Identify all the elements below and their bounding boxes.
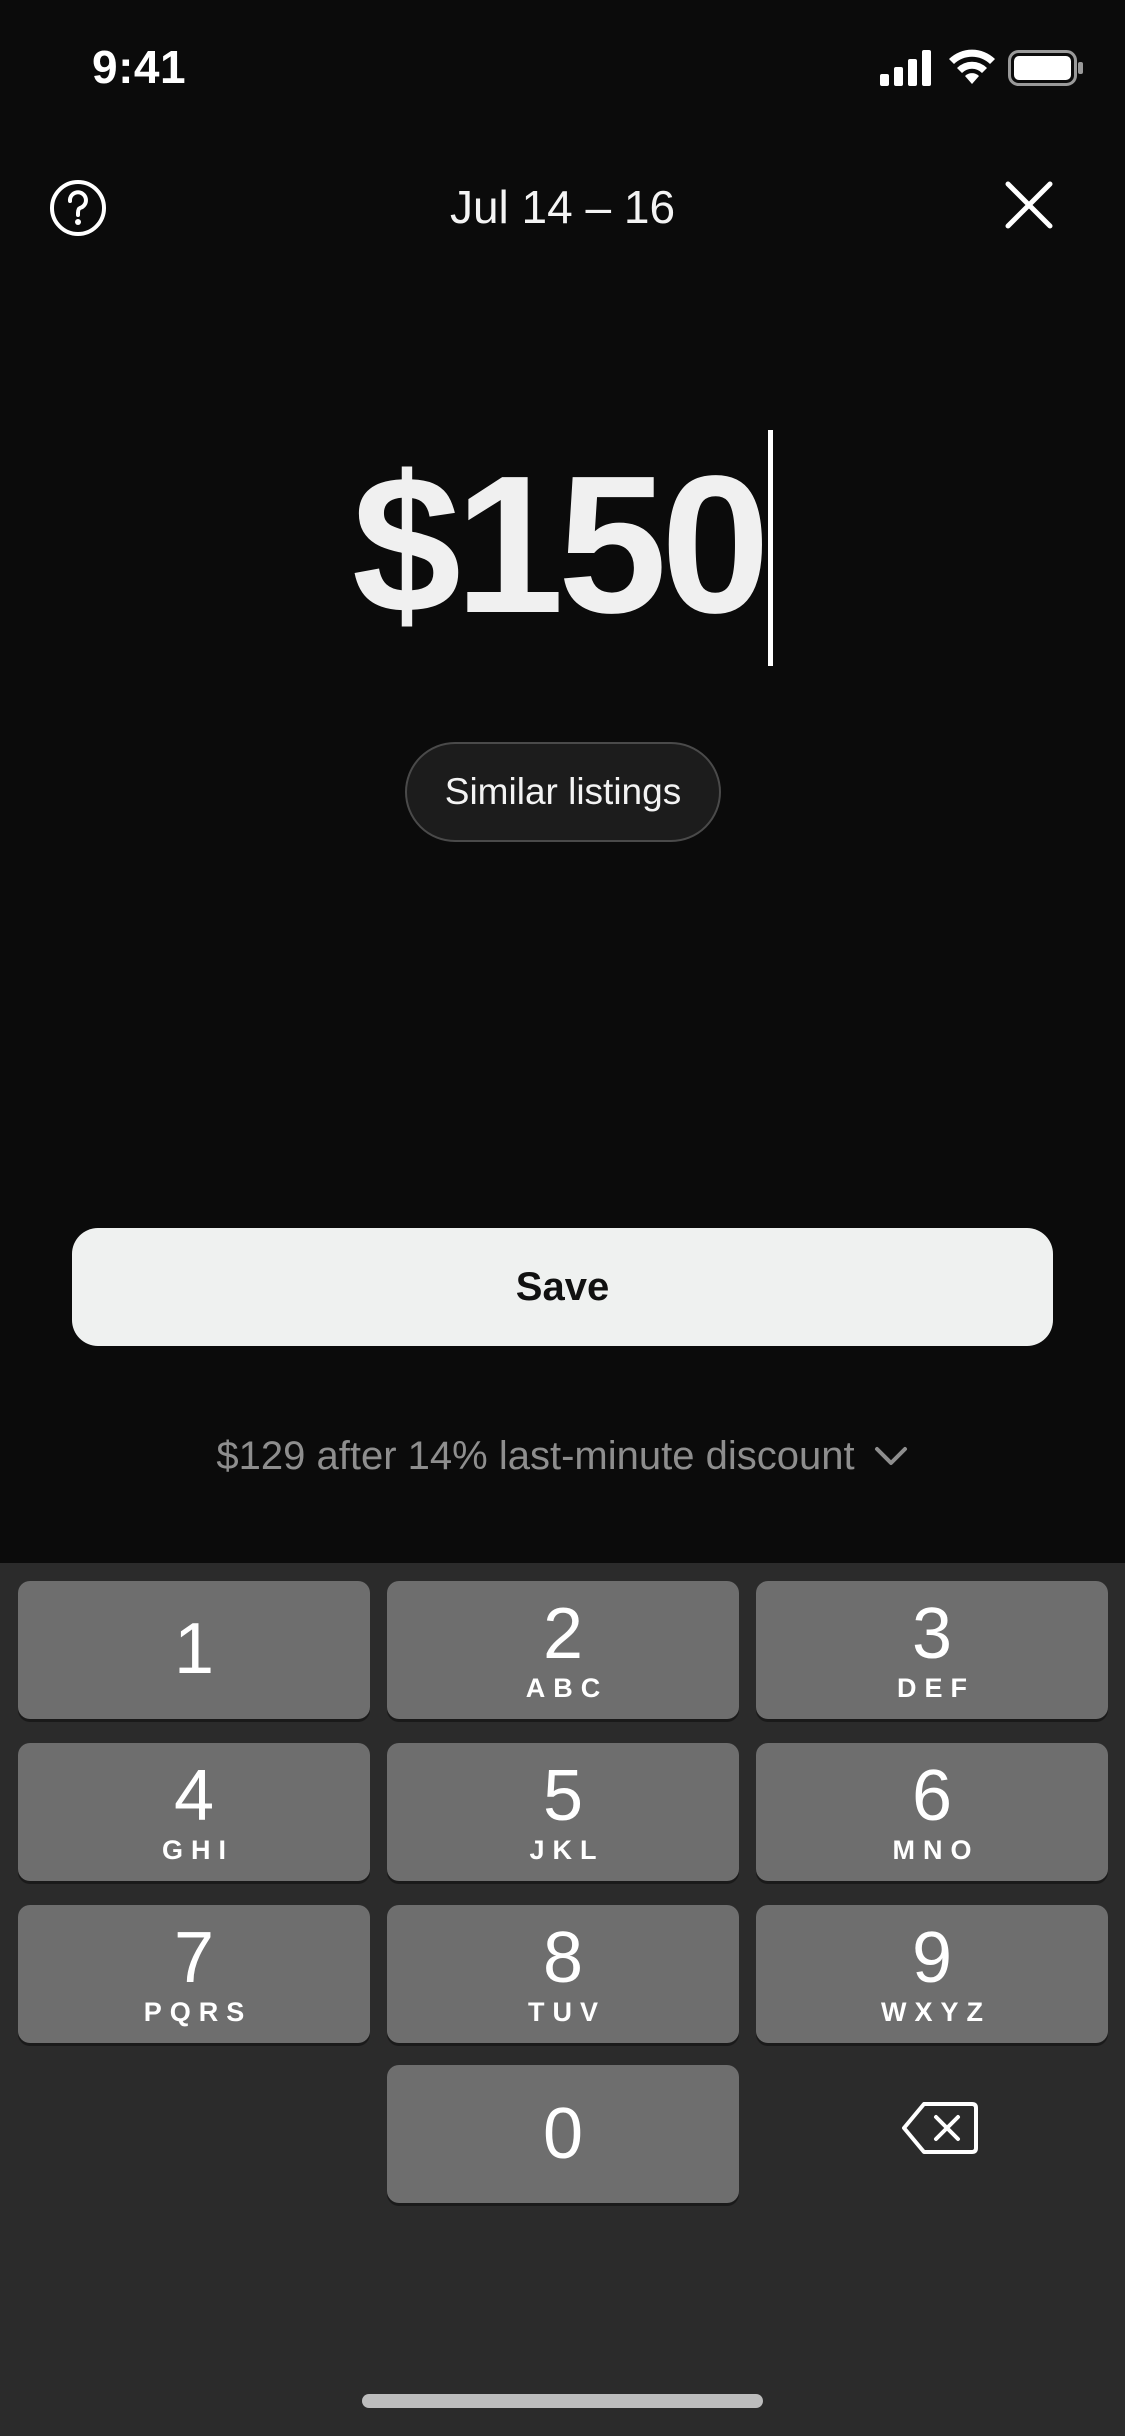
price-input[interactable]: $150 [0,420,1125,680]
key-letters: ABC [525,1672,609,1703]
key-digit: 9 [911,1917,953,1998]
key-6[interactable]: 6 MNO [756,1743,1108,1881]
key-digit: 1 [173,1609,215,1689]
chevron-down-icon [874,1447,907,1465]
key-digit: 6 [911,1755,953,1836]
discount-toggle[interactable]: $129 after 14% last-minute discount [0,1426,1125,1486]
date-range-title: Jul 14 – 16 [449,181,676,233]
key-5[interactable]: 5 JKL [387,1743,739,1881]
status-time: 9:41 [92,41,187,93]
key-digit: 7 [173,1917,215,1998]
key-9[interactable]: 9 WXYZ [756,1905,1108,2043]
cellular-signal-icon [880,50,931,86]
key-digit: 5 [542,1755,584,1836]
save-button[interactable]: Save [72,1228,1053,1346]
key-7[interactable]: 7 PQRS [18,1905,370,2043]
key-3[interactable]: 3 DEF [756,1581,1108,1719]
key-4[interactable]: 4 GHI [18,1743,370,1881]
text-caret [768,430,774,666]
discount-text: $129 after 14% last-minute discount [216,1433,855,1478]
wifi-icon [949,49,995,84]
home-indicator [362,2394,763,2408]
key-digit: 4 [173,1755,215,1836]
key-letters: GHI [161,1834,234,1865]
key-letters: TUV [528,1996,606,2027]
key-8[interactable]: 8 TUV [387,1905,739,2043]
key-0[interactable]: 0 [387,2065,739,2203]
numeric-keypad: 1 2 ABC 3 DEF 4 GHI 5 JKL 6 MNO 7 PQRS 8 [0,1563,1125,2436]
status-bar: 9:41 [0,0,1125,135]
pricing-screen: 9:41 Jul 14 – 16 $150 Similar listings S… [0,0,1125,2436]
close-icon[interactable] [998,174,1060,236]
key-digit: 2 [542,1593,584,1674]
similar-listings-button[interactable]: Similar listings [405,742,721,842]
header: Jul 14 – 16 [0,160,1125,250]
key-letters: JKL [529,1834,605,1865]
backspace-icon[interactable] [900,2098,980,2158]
key-digit: 8 [542,1917,584,1998]
key-letters: PQRS [143,1996,253,2027]
battery-icon [1008,50,1083,86]
key-letters: DEF [897,1672,975,1703]
key-1[interactable]: 1 [18,1581,370,1719]
key-letters: WXYZ [881,1996,991,2027]
key-2[interactable]: 2 ABC [387,1581,739,1719]
key-letters: MNO [892,1834,980,1865]
price-value: $150 [351,435,770,654]
key-digit: 0 [542,2094,584,2174]
key-digit: 3 [911,1593,953,1674]
